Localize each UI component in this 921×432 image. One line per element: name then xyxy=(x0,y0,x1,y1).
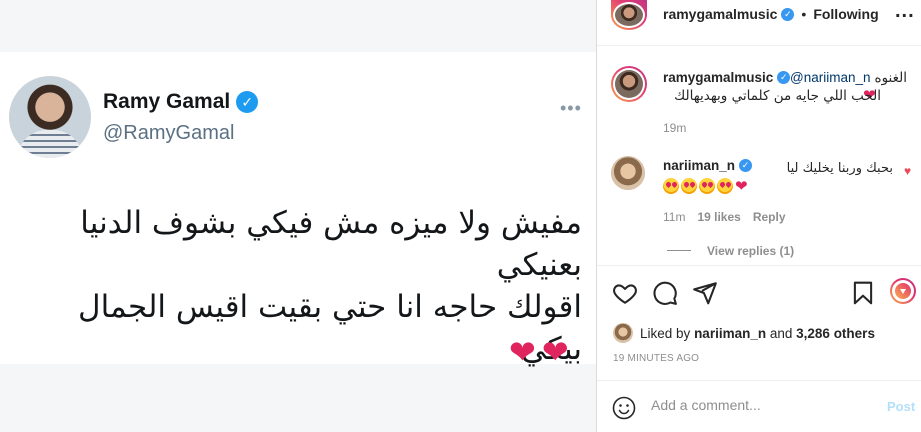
comment-emojis: ❤ xyxy=(663,176,749,195)
view-replies-line xyxy=(667,250,691,251)
likes-summary: Liked by nariiman_n and 3,286 others xyxy=(613,323,875,343)
header-user: ramygamalmusic ✓ • Following xyxy=(663,6,879,22)
actions-divider xyxy=(597,265,921,266)
heart-eyes-emoji xyxy=(663,177,679,194)
header-divider xyxy=(597,45,921,46)
caption-username[interactable]: ramygamalmusic xyxy=(663,70,773,85)
caption-user: ramygamalmusic ✓ xyxy=(663,70,791,85)
caption-mention[interactable]: @nariiman_n xyxy=(790,70,871,85)
tweet-handle: @RamyGamal xyxy=(103,122,235,144)
post-timestamp: 19 MINUTES AGO xyxy=(613,353,700,364)
reel-icon[interactable] xyxy=(890,278,916,304)
red-heart-emoji: ❤ xyxy=(735,176,749,195)
header-avatar[interactable] xyxy=(611,0,647,30)
following-button[interactable]: Following xyxy=(813,6,878,22)
tweet-more-icon: ••• xyxy=(560,98,582,118)
heart-eyes-emoji xyxy=(699,177,715,194)
composer-divider xyxy=(597,380,921,381)
tweet-card: Ramy Gamal ✓ @RamyGamal ••• مفيش ولا ميز… xyxy=(0,52,596,369)
emoji-icon[interactable] xyxy=(612,396,636,420)
heart-eyes-emoji xyxy=(717,177,733,194)
header-separator: • xyxy=(801,6,807,22)
tweet-line: مفيش ولا ميزه مش فيكي بشوف الدنيا بعنيكي xyxy=(80,205,582,283)
liker-avatar xyxy=(613,323,633,343)
verified-badge-icon: ✓ xyxy=(739,159,753,172)
caption-avatar[interactable] xyxy=(611,66,647,102)
red-heart-emoji: ❤ xyxy=(509,333,536,371)
comment-username[interactable]: nariiman_n xyxy=(663,158,735,173)
tweet-line: اقولك حاجه انا حتي بقيت اقيس الجمال بيكي xyxy=(78,289,582,367)
comment-text: بحبك وربنا يخليك ليا xyxy=(786,161,893,176)
liker-username[interactable]: nariiman_n xyxy=(694,326,766,341)
verified-badge-icon: ✓ xyxy=(781,7,795,21)
post-button[interactable]: Post xyxy=(887,399,915,414)
tweet-name-row: Ramy Gamal ✓ xyxy=(103,90,259,114)
likes-prefix: Liked by xyxy=(640,325,691,341)
comment-time[interactable]: 11m xyxy=(663,210,685,224)
comment-like-heart-icon[interactable]: ♥ xyxy=(904,164,911,178)
header-username[interactable]: ramygamalmusic xyxy=(663,6,777,22)
comment-likes[interactable]: 19 likes xyxy=(697,210,740,224)
tweet-text: مفيش ولا ميزه مش فيكي بشوف الدنيا بعنيكي… xyxy=(12,202,582,370)
likes-and: and xyxy=(769,325,793,341)
post-sidebar: ramygamalmusic ✓ • Following ... ramygam… xyxy=(596,0,921,432)
caption-text-word: الغنوه xyxy=(874,70,908,86)
comment-avatar[interactable] xyxy=(611,156,645,190)
comment-icon[interactable] xyxy=(652,280,678,306)
heart-eyes-emoji xyxy=(681,177,697,194)
comment-user: nariiman_n ✓ xyxy=(663,158,753,173)
verified-badge-icon: ✓ xyxy=(236,91,259,113)
bookmark-icon[interactable] xyxy=(850,280,876,306)
view-replies-button[interactable]: View replies (1) xyxy=(707,244,794,258)
reply-button[interactable]: Reply xyxy=(753,210,786,224)
tweet-avatar xyxy=(9,76,91,158)
comment-input[interactable] xyxy=(651,397,871,413)
heart-icon[interactable] xyxy=(612,280,638,306)
post-media[interactable]: Ramy Gamal ✓ @RamyGamal ••• مفيش ولا ميز… xyxy=(0,0,596,432)
caption-text-line: الحب اللي جايه من كلماتي وبهديهالك xyxy=(674,88,881,104)
more-options-icon[interactable]: ... xyxy=(895,0,915,23)
tweet-hearts: ❤ ❤ xyxy=(509,335,569,369)
caption-time[interactable]: 19m xyxy=(663,121,686,135)
tweet-display-name: Ramy Gamal xyxy=(103,90,231,113)
verified-badge-icon: ✓ xyxy=(777,71,791,84)
share-icon[interactable] xyxy=(692,280,718,306)
comment-meta: 11m 19 likes Reply xyxy=(663,210,786,224)
red-heart-emoji: ❤ xyxy=(541,333,569,371)
likes-others[interactable]: 3,286 others xyxy=(796,326,875,341)
